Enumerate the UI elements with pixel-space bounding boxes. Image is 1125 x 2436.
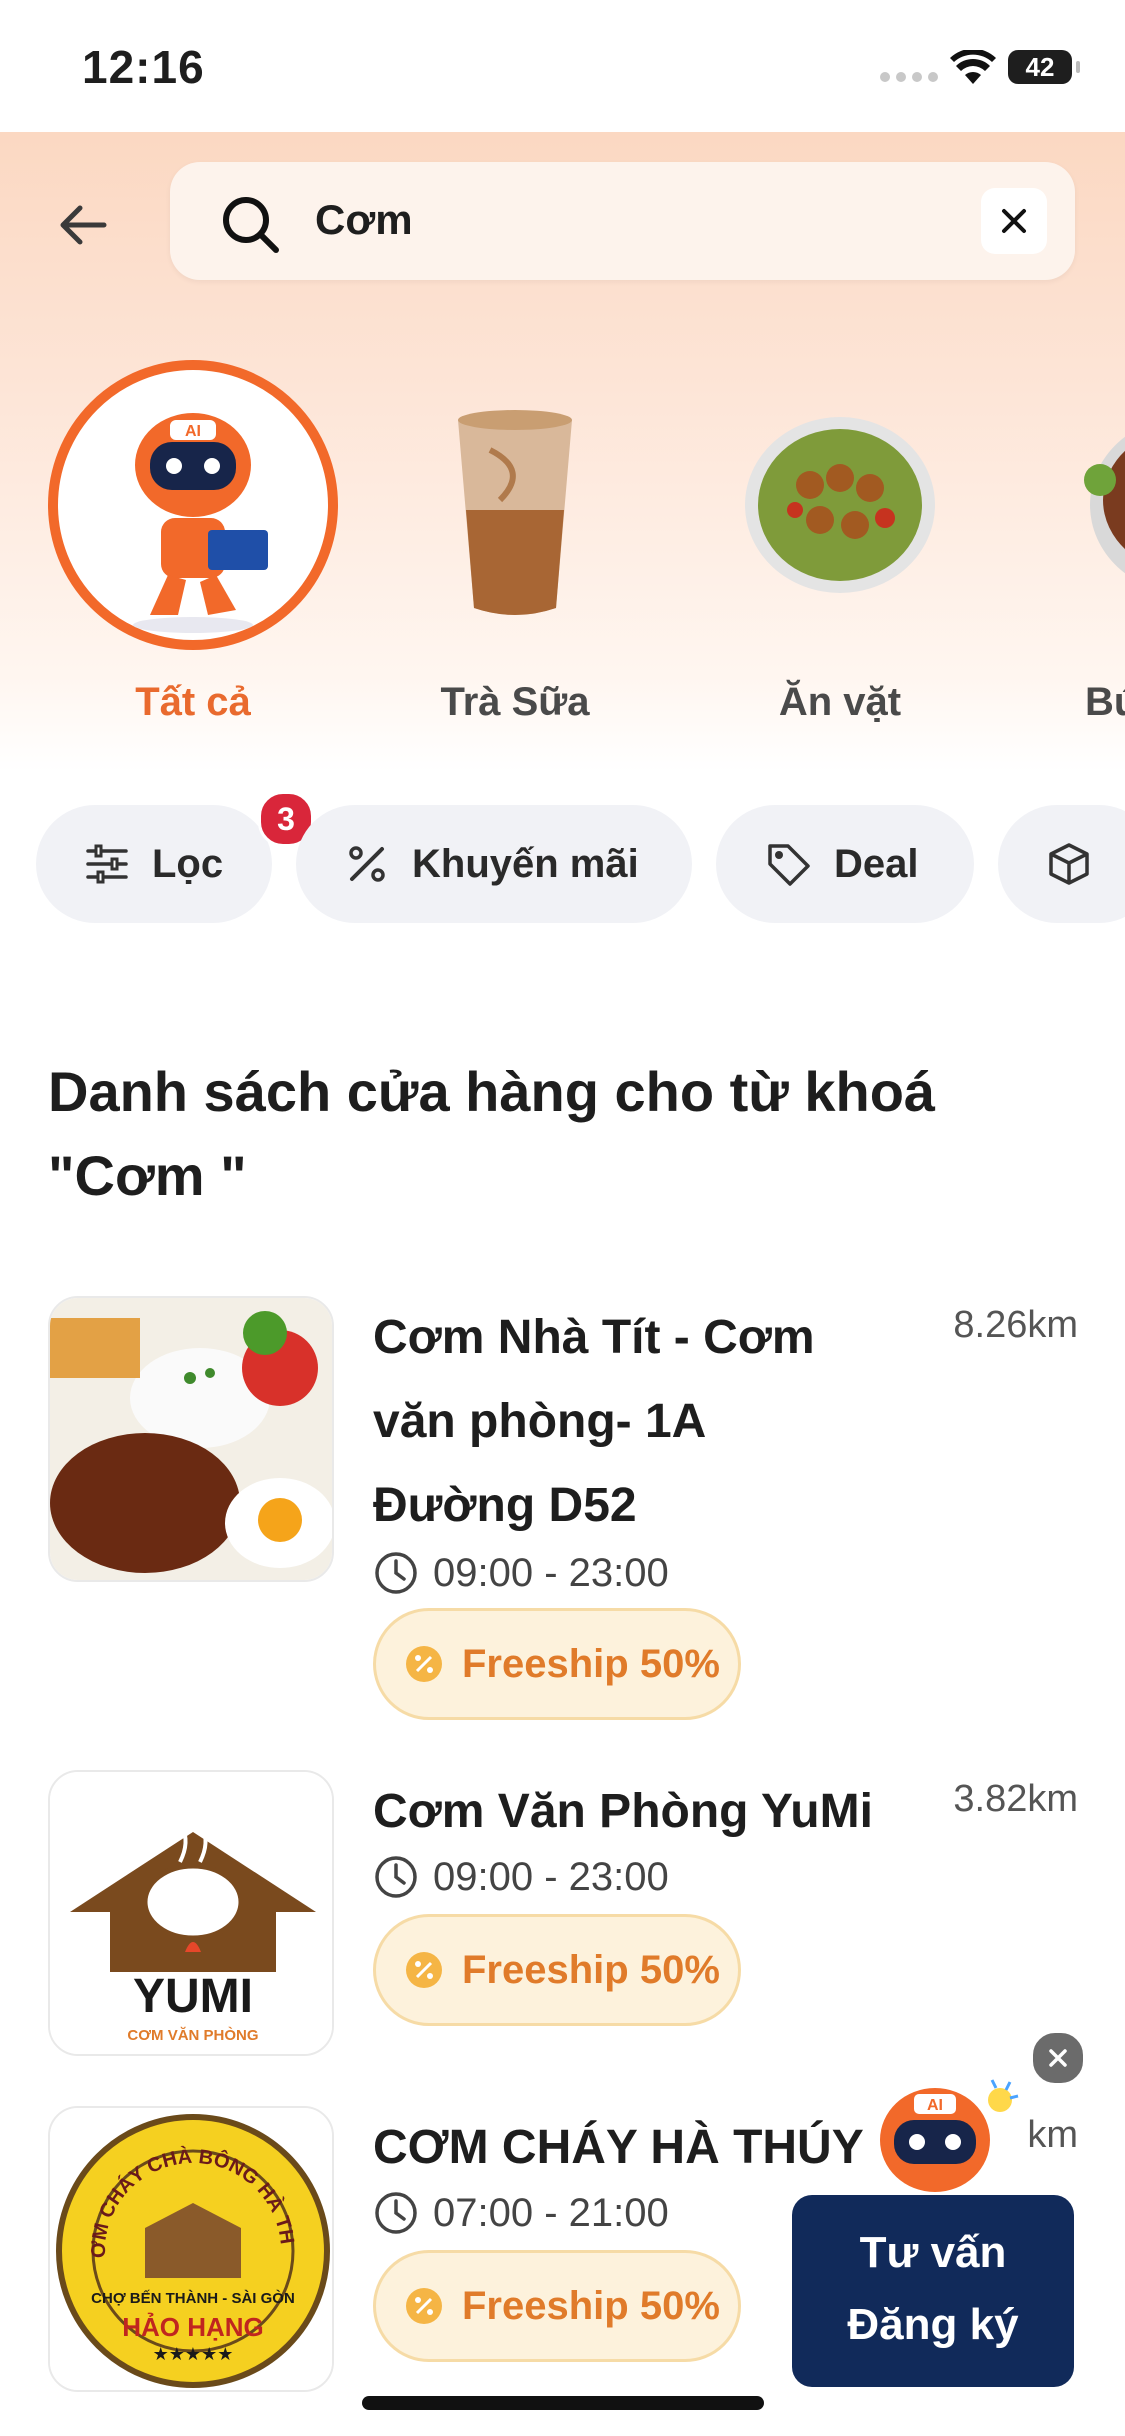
- category-label: Ăn vặt: [778, 680, 902, 724]
- status-time: 12:16: [82, 41, 205, 93]
- close-icon: [1049, 2049, 1067, 2067]
- store-hours: 09:00 - 23:00: [373, 1854, 669, 1900]
- noodle-bowl-icon: [1040, 360, 1125, 650]
- filter-chips[interactable]: Lọc 3 Khuyến mãi Deal: [0, 791, 1125, 925]
- store-distance: 3.82km: [953, 1778, 1078, 1820]
- status-bar: 12:16 42: [0, 0, 1125, 132]
- store-distance: 8.26km: [953, 1304, 1078, 1346]
- clock-icon: [373, 2190, 419, 2236]
- store-hours-text: 09:00 - 23:00: [433, 1550, 669, 1595]
- store-name-line: văn phòng- 1A: [373, 1395, 707, 1448]
- discount-badge-icon: [404, 1950, 444, 1990]
- hathuy-grade-text: HẢO HẠNG: [122, 2312, 264, 2342]
- store-card[interactable]: YUMI CƠM VĂN PHÒNG Cơm Văn Phòng YuMi 3.…: [48, 1770, 1078, 2060]
- category-all[interactable]: AI Tất cả: [48, 360, 338, 725]
- snack-plate-icon: [695, 360, 985, 650]
- category-label: Tất cả: [135, 680, 251, 724]
- promotion-filter-label: Khuyến mãi: [412, 841, 639, 886]
- store-hours: 07:00 - 21:00: [373, 2190, 669, 2236]
- clock-icon: [373, 1854, 419, 1900]
- back-arrow-icon[interactable]: [50, 190, 120, 260]
- hathuy-location-text: CHỢ BẾN THÀNH - SÀI GÒN: [91, 2289, 295, 2307]
- store-name-line: Cơm Văn Phòng YuMi: [373, 1785, 873, 1838]
- store-hours-text: 07:00 - 21:00: [433, 2190, 669, 2235]
- store-name: Cơm Văn Phòng YuMi: [373, 1770, 933, 1854]
- search-input[interactable]: Cơm: [315, 196, 413, 244]
- package-filter-chip[interactable]: [998, 805, 1125, 923]
- clock-icon: [373, 1550, 419, 1596]
- search-bar[interactable]: Cơm: [170, 162, 1075, 280]
- ai-robot-icon: AI: [48, 360, 338, 650]
- consult-register-button[interactable]: Tư vấn Đăng ký: [792, 2195, 1074, 2387]
- mascot-ai-tag: AI: [927, 2097, 943, 2114]
- store-hours: 09:00 - 23:00: [373, 1550, 669, 1596]
- consult-label: Tư vấn: [859, 2228, 1007, 2277]
- home-indicator[interactable]: [362, 2396, 764, 2410]
- freeship-badge: Freeship 50%: [373, 2250, 741, 2362]
- percent-icon: [344, 841, 390, 887]
- category-carousel[interactable]: AI Tất cả Trà Sữa Ăn vặt B: [0, 360, 1125, 730]
- deal-filter-label: Deal: [834, 841, 919, 886]
- svg-text:★★★★★: ★★★★★: [153, 2344, 234, 2365]
- store-thumbnail: CƠM CHÁY CHÀ BÔNG HÀ THÚY CHỢ BẾN THÀNH …: [48, 2106, 334, 2392]
- promo-text: Freeship 50%: [462, 1641, 720, 1686]
- sliders-icon: [84, 841, 130, 887]
- yumi-brand-text: YUMI: [133, 1970, 253, 2023]
- category-label: Bú: [1085, 680, 1125, 724]
- store-name-line: Cơm Nhà Tít - Cơm: [373, 1311, 815, 1364]
- store-hours-text: 09:00 - 23:00: [433, 1854, 669, 1899]
- wifi-icon: [950, 50, 996, 84]
- results-heading-line: Danh sách cửa hàng cho từ khoá: [48, 1060, 936, 1123]
- category-snacks[interactable]: Ăn vặt: [695, 360, 985, 725]
- category-label: Trà Sữa: [440, 680, 590, 724]
- discount-badge-icon: [404, 1644, 444, 1684]
- freeship-badge: Freeship 50%: [373, 1914, 741, 2026]
- register-label: Đăng ký: [847, 2300, 1019, 2349]
- discount-badge-icon: [404, 2286, 444, 2326]
- results-heading: Danh sách cửa hàng cho từ khoá "Cơm ": [48, 1050, 1068, 1218]
- deal-filter-chip[interactable]: Deal: [716, 805, 974, 923]
- store-name-line: Đường D52: [373, 1479, 637, 1532]
- category-milk-tea[interactable]: Trà Sữa: [370, 360, 660, 725]
- box-icon: [1046, 841, 1092, 887]
- results-keyword: "Cơm ": [48, 1144, 247, 1207]
- store-thumbnail: [48, 1296, 334, 1582]
- close-widget-button[interactable]: [1030, 2030, 1086, 2086]
- store-thumbnail: YUMI CƠM VĂN PHÒNG: [48, 1770, 334, 2056]
- store-card[interactable]: Cơm Nhà Tít - Cơm văn phòng- 1A Đường D5…: [48, 1296, 1078, 1726]
- promo-text: Freeship 50%: [462, 1947, 720, 1992]
- promotion-filter-chip[interactable]: Khuyến mãi: [296, 805, 692, 923]
- category-noodles[interactable]: Bú: [1040, 360, 1125, 725]
- search-icon: [223, 197, 279, 253]
- close-icon: [1002, 209, 1026, 233]
- tag-icon: [764, 840, 812, 888]
- clear-search-button[interactable]: [981, 188, 1047, 254]
- freeship-badge: Freeship 50%: [373, 1608, 741, 1720]
- filter-label: Lọc: [152, 841, 224, 886]
- promo-text: Freeship 50%: [462, 2283, 720, 2328]
- ai-assistant-widget[interactable]: AI Tư vấn Đăng ký: [790, 2030, 1110, 2390]
- store-name: Cơm Nhà Tít - Cơm văn phòng- 1A Đường D5…: [373, 1296, 933, 1548]
- robot-ai-tag: AI: [185, 423, 201, 440]
- milk-tea-icon: [370, 360, 660, 650]
- cellular-signal-icon: [880, 72, 938, 82]
- filter-button[interactable]: Lọc 3: [36, 791, 314, 923]
- battery-icon: 42: [1008, 50, 1080, 84]
- yumi-subtitle-text: CƠM VĂN PHÒNG: [127, 2026, 258, 2044]
